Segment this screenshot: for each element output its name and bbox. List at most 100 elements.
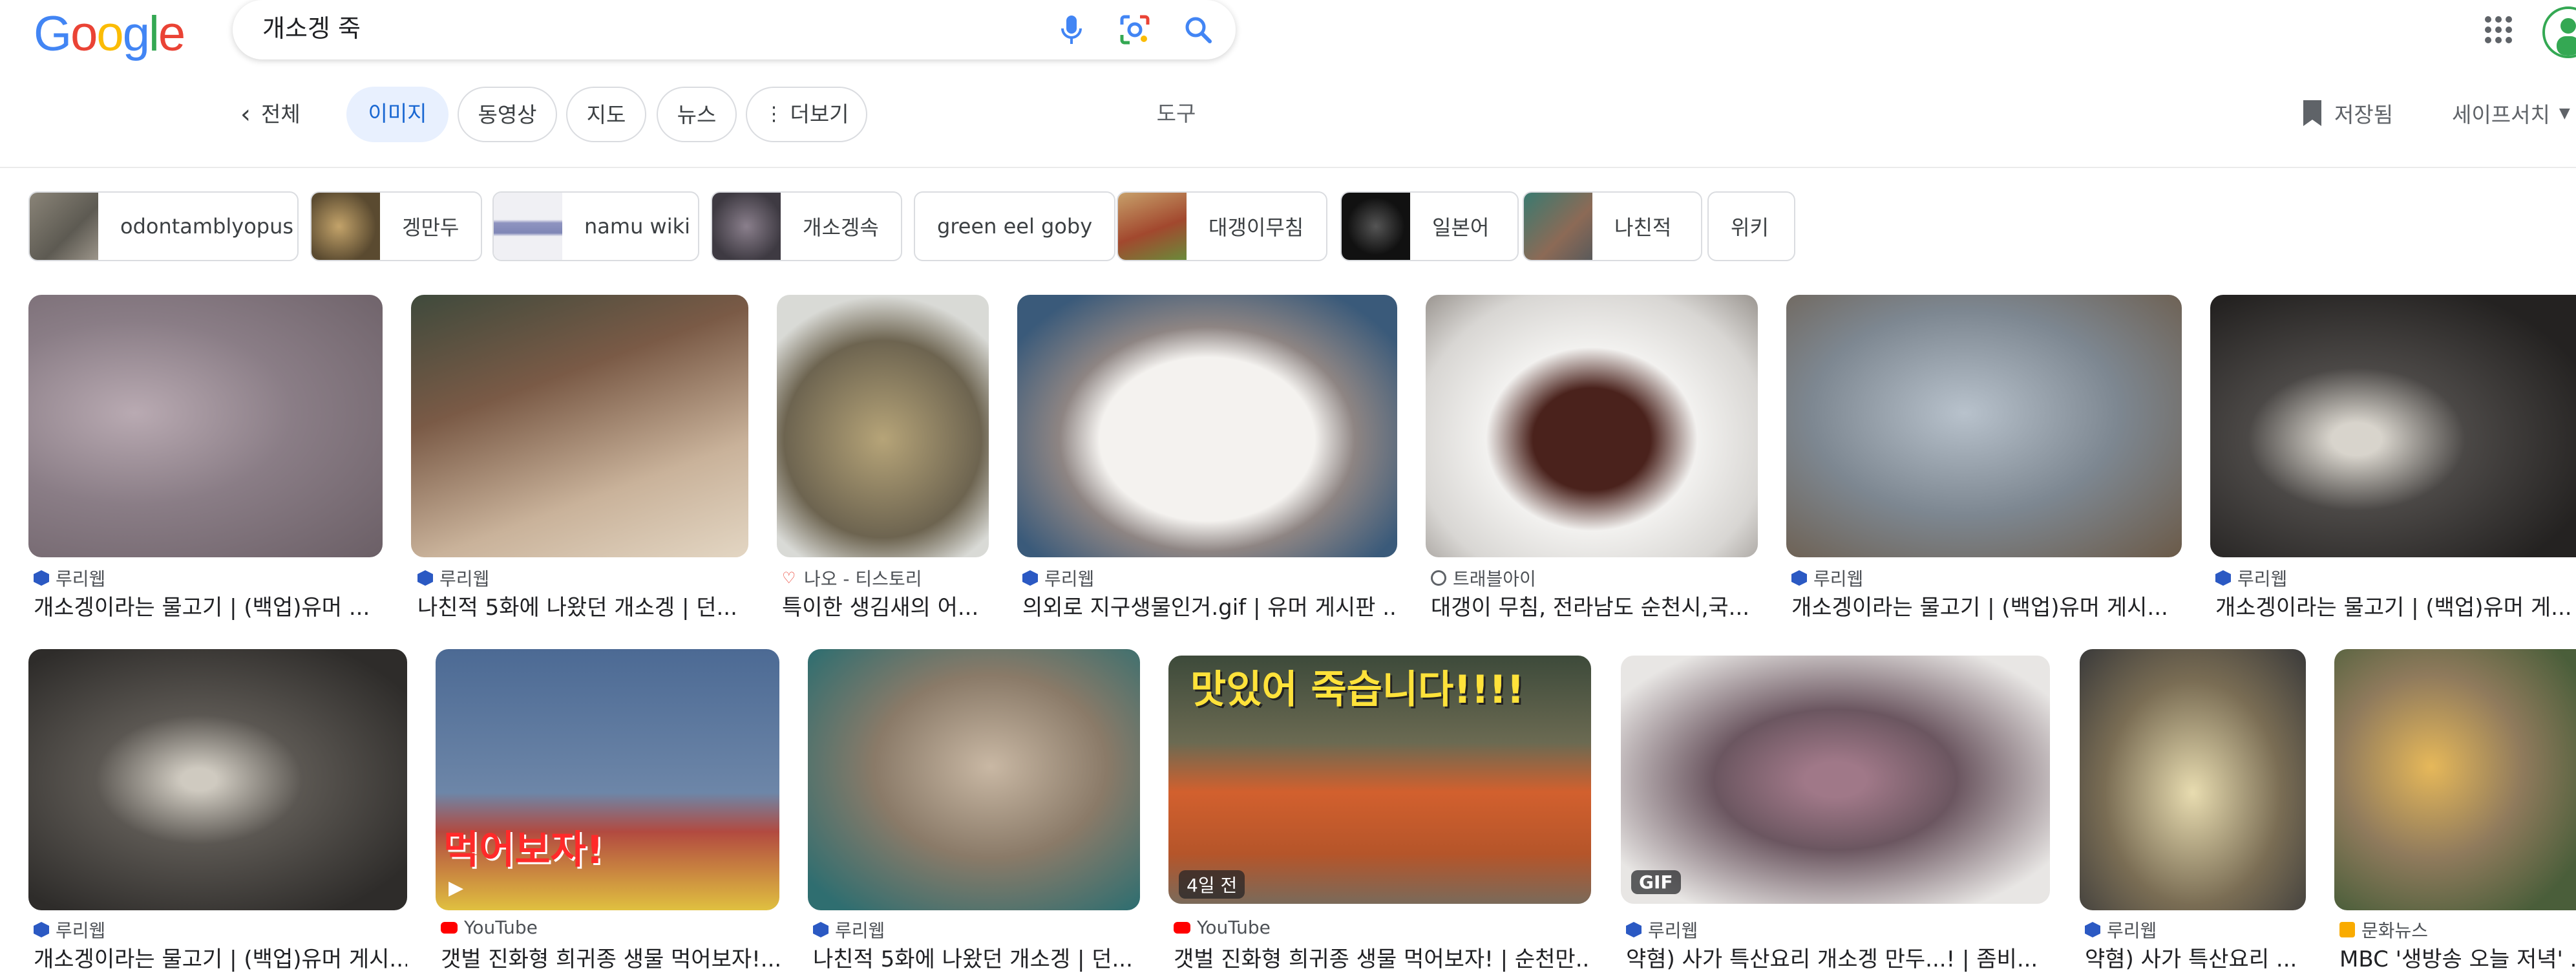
related-chip[interactable]: odontamblyopus [28,191,299,261]
safesearch-button[interactable]: 세이프서치 ▼ [2452,91,2570,136]
search-box[interactable]: 개소겡 죽 [233,0,1236,59]
result-title[interactable]: 약혐) 사가 특산요리 개소겡 만두...! | 좀비... [1626,941,2050,973]
avatar[interactable] [2542,6,2576,58]
source-name: 루리웹 [2237,568,2288,590]
image-result-thumbnail[interactable]: 맛있어 죽습니다!!!! 4일 전 [1168,656,1591,904]
tab-maps[interactable]: 지도 [566,87,646,142]
image-result-thumbnail[interactable] [28,649,407,910]
result-source[interactable]: 루리웹 [2085,917,2157,943]
result-title[interactable]: 나친적 5화에 나왔던 개소겡 | 던... [813,941,1140,973]
heart-icon: ♡ [782,569,796,587]
tab-all-label: 전체 [261,102,301,127]
logo-letter: G [34,6,72,61]
saved-button[interactable]: 저장됨 [2301,91,2393,136]
image-result-thumbnail[interactable] [2334,649,2576,910]
result-source[interactable]: ♡ 나오 - 티스토리 [782,565,922,591]
result-source[interactable]: 루리웹 [1022,565,1094,591]
image-result-thumbnail[interactable] [808,649,1140,910]
result-title[interactable]: 개소겡이라는 물고기 | (백업)유머 ... [34,590,383,621]
related-chip[interactable]: 겡만두 [310,191,482,261]
result-source[interactable]: 루리웹 [34,917,105,943]
result-title[interactable]: 개소겡이라는 물고기 | (백업)유머 게... [2215,590,2576,621]
thumbnail-caption: 먹어보자! [443,828,604,873]
related-chip[interactable]: 일본어 [1340,191,1519,261]
youtube-icon [441,921,458,934]
related-chip[interactable]: 개소겡속 [711,191,902,261]
result-source[interactable]: YouTube [1174,917,1271,938]
image-result-thumbnail[interactable]: GIF [1621,656,2050,904]
chip-thumbnail [1342,193,1410,260]
image-result-thumbnail[interactable] [1426,295,1758,557]
image-result-thumbnail[interactable] [411,295,748,557]
result-source[interactable]: 루리웹 [1791,565,1863,591]
chip-thumbnail [1118,193,1187,260]
result-title[interactable]: 대갱이 무침, 전라남도 순천시,국... [1431,590,1758,621]
image-result-thumbnail[interactable] [28,295,383,557]
result-source[interactable]: 문화뉴스 [2339,917,2428,943]
chip-label: 겡만두 [402,215,459,240]
chip-thumbnail [311,193,380,260]
result-title[interactable]: 갯벌 진화형 희귀종 생물 먹어보자! | 순천만... [1174,941,1591,973]
tools-button[interactable]: 도구 [1144,87,1209,142]
result-title[interactable]: 개소겡이라는 물고기 | (백업)유머 게시... [1791,590,2182,621]
time-badge: 4일 전 [1179,870,1245,899]
tab-news[interactable]: 뉴스 [657,87,737,142]
source-name: 루리웹 [439,568,490,590]
tab-videos[interactable]: 동영상 [458,87,557,142]
search-input[interactable]: 개소겡 죽 [262,10,361,47]
chip-label: green eel goby [937,214,1093,239]
result-source[interactable]: 루리웹 [2215,565,2287,591]
blue-hex-icon [813,922,829,937]
google-logo[interactable]: Google [34,5,185,63]
result-source[interactable]: 트래블아이 [1431,565,1536,591]
image-result-thumbnail[interactable]: 먹어보자! ▶ [436,649,779,910]
search-icon[interactable] [1180,12,1216,48]
tab-images[interactable]: 이미지 [346,87,449,142]
result-title[interactable]: 갯벌 진화형 희귀종 생물 먹어보자!... [441,941,779,973]
result-source[interactable]: 루리웹 [34,565,105,591]
result-source[interactable]: 루리웹 [1626,917,1698,943]
microphone-icon[interactable] [1053,12,1090,48]
youtube-icon [1174,921,1190,934]
image-result-thumbnail[interactable] [1786,295,2182,557]
header-divider [0,167,2576,168]
image-result-thumbnail[interactable] [2210,295,2576,557]
logo-letter: g [122,6,150,61]
tab-all[interactable]: ‹ 전체 [240,87,331,142]
apps-grid-icon[interactable] [2480,12,2517,48]
image-result-thumbnail[interactable] [777,295,989,557]
related-chip[interactable]: 위키 [1707,191,1795,261]
blue-hex-icon [34,922,49,937]
bookmark-icon [2303,100,2321,126]
source-name: 루리웹 [835,920,885,941]
chip-label: namu wiki [584,214,690,239]
saved-label: 저장됨 [2334,102,2394,127]
chip-label: 나친적 [1614,215,1672,240]
result-title[interactable]: 나친적 5화에 나왔던 개소겡 | 던... [417,590,748,621]
result-title[interactable]: 개소겡이라는 물고기 | (백업)유머 게시... [34,941,407,973]
related-chip[interactable]: green eel goby [914,191,1115,261]
result-source[interactable]: 루리웹 [813,917,885,943]
result-title[interactable]: 특이한 생김새의 어... [782,590,989,621]
result-source[interactable]: YouTube [441,917,538,938]
source-name: 루리웹 [56,568,106,590]
caret-down-icon: ▼ [2559,105,2570,122]
logo-letter: o [96,6,123,61]
related-chip[interactable]: namu wiki [492,191,699,261]
logo-letter: e [158,6,185,61]
image-result-thumbnail[interactable] [1017,295,1397,557]
camera-lens-icon[interactable] [1117,12,1153,48]
image-result-thumbnail[interactable] [2080,649,2306,910]
result-title[interactable]: MBC '생방송 오늘 저녁' ... [2339,941,2576,973]
source-name: YouTube [1197,917,1271,938]
blue-hex-icon [2085,922,2100,937]
news-icon [2339,922,2355,937]
related-chip[interactable]: 대갱이무침 [1117,191,1327,261]
related-chip[interactable]: 나친적 [1523,191,1702,261]
result-title[interactable]: 의외로 지구생물인거.gif | 유머 게시판 ... [1022,590,1397,621]
chip-label: odontamblyopus [120,214,294,239]
result-source[interactable]: 루리웹 [417,565,489,591]
chip-label: 위키 [1731,215,1769,240]
result-title[interactable]: 약혐) 사가 특산요리 ... [2085,941,2306,973]
tab-more[interactable]: ⋮ 더보기 [746,87,867,142]
